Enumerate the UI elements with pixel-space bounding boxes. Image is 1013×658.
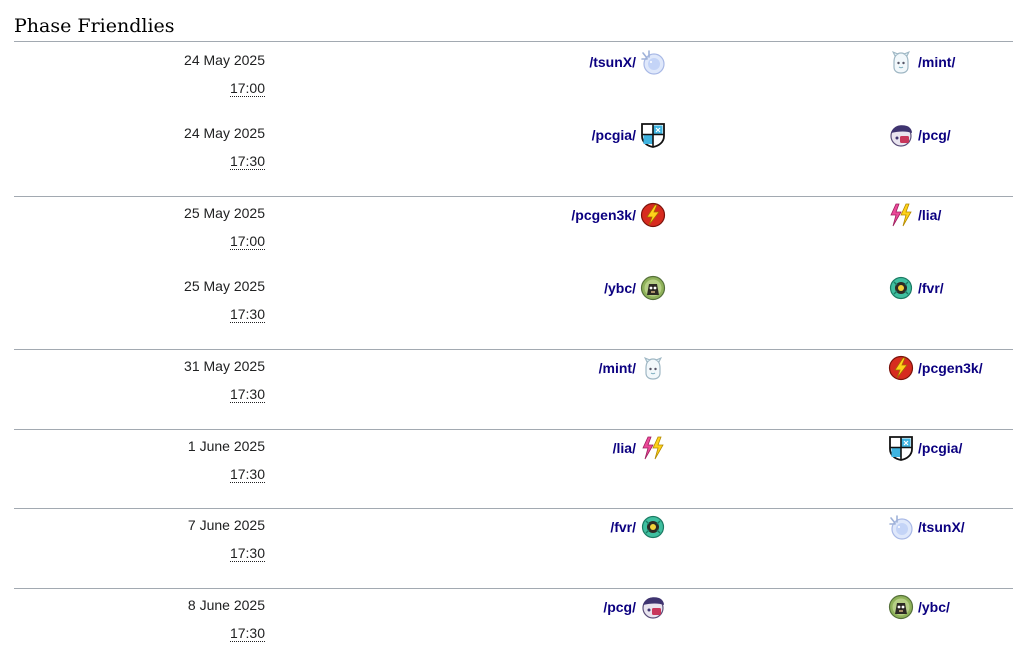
match-time[interactable]: 17:30 <box>229 387 265 403</box>
ybc-icon[interactable] <box>640 275 666 301</box>
away-team: /pcg/ <box>888 122 951 148</box>
pcg-icon[interactable] <box>888 122 914 148</box>
ybc-icon[interactable] <box>888 594 914 620</box>
away-team-link[interactable]: /pcg/ <box>918 127 951 143</box>
home-team: /lia/ <box>613 435 666 461</box>
lia-icon[interactable] <box>640 435 666 461</box>
away-team: /lia/ <box>888 202 941 228</box>
pcg-icon[interactable] <box>640 594 666 620</box>
home-team: /mint/ <box>599 355 666 381</box>
section-divider <box>14 196 1013 197</box>
match-time[interactable]: 17:30 <box>229 154 265 170</box>
match-row: 8 June 2025 17:30 /pcg/ /ybc/ <box>0 594 1013 657</box>
home-team-link[interactable]: /tsunX/ <box>589 54 636 70</box>
home-team-link[interactable]: /fvr/ <box>610 519 636 535</box>
match-row: 24 May 2025 17:30 /pcgia/ /pcg/ <box>0 122 1013 185</box>
away-team: /pcgia/ <box>888 435 962 461</box>
match-row: 1 June 2025 17:30 /lia/ /pcgia/ <box>0 435 1013 498</box>
match-date: 25 May 2025 <box>184 278 265 294</box>
match-row: 25 May 2025 17:00 /pcgen3k/ /lia/ <box>0 202 1013 265</box>
match-date: 25 May 2025 <box>184 205 265 221</box>
home-team: /fvr/ <box>610 514 666 540</box>
away-team-link[interactable]: /tsunX/ <box>918 519 965 535</box>
mint-icon[interactable] <box>640 355 666 381</box>
lia-icon[interactable] <box>888 202 914 228</box>
tsunx-icon[interactable] <box>888 514 914 540</box>
pcgia-icon[interactable] <box>888 435 914 461</box>
away-team-link[interactable]: /pcgia/ <box>918 440 962 456</box>
match-date: 8 June 2025 <box>187 597 265 613</box>
section-divider <box>14 508 1013 509</box>
home-team: /pcgen3k/ <box>571 202 666 228</box>
away-team: /pcgen3k/ <box>888 355 983 381</box>
section-divider <box>14 429 1013 430</box>
away-team: /fvr/ <box>888 275 944 301</box>
pcgen3k-icon[interactable] <box>888 355 914 381</box>
home-team-link[interactable]: /mint/ <box>599 360 636 376</box>
match-row: 31 May 2025 17:30 /mint/ /pcgen3k/ <box>0 355 1013 418</box>
section-divider <box>14 349 1013 350</box>
away-team: /ybc/ <box>888 594 950 620</box>
away-team-link[interactable]: /ybc/ <box>918 599 950 615</box>
pcgen3k-icon[interactable] <box>640 202 666 228</box>
away-team-link[interactable]: /fvr/ <box>918 280 944 296</box>
away-team: /mint/ <box>888 49 955 75</box>
match-date: 24 May 2025 <box>184 52 265 68</box>
match-time[interactable]: 17:00 <box>229 234 265 250</box>
fvr-icon[interactable] <box>640 514 666 540</box>
pcgia-icon[interactable] <box>640 122 666 148</box>
match-date: 24 May 2025 <box>184 125 265 141</box>
section-divider <box>14 588 1013 589</box>
match-date: 1 June 2025 <box>187 438 265 454</box>
match-row: 24 May 2025 17:00 /tsunX/ /mint/ <box>0 49 1013 112</box>
fvr-icon[interactable] <box>888 275 914 301</box>
match-date: 7 June 2025 <box>187 517 265 533</box>
match-row: 7 June 2025 17:30 /fvr/ /tsunX/ <box>0 514 1013 577</box>
away-team-link[interactable]: /mint/ <box>918 54 955 70</box>
home-team: /ybc/ <box>604 275 666 301</box>
home-team-link[interactable]: /ybc/ <box>604 280 636 296</box>
home-team: /pcgia/ <box>592 122 666 148</box>
home-team: /tsunX/ <box>589 49 666 75</box>
away-team: /tsunX/ <box>888 514 965 540</box>
match-time[interactable]: 17:30 <box>229 546 265 562</box>
home-team-link[interactable]: /pcgen3k/ <box>571 207 636 223</box>
match-time[interactable]: 17:00 <box>229 81 265 97</box>
away-team-link[interactable]: /lia/ <box>918 207 941 223</box>
match-date: 31 May 2025 <box>184 358 265 374</box>
tsunx-icon[interactable] <box>640 49 666 75</box>
home-team-link[interactable]: /pcg/ <box>603 599 636 615</box>
page-title: Phase Friendlies <box>14 14 1013 42</box>
match-row: 25 May 2025 17:30 /ybc/ /fvr/ <box>0 275 1013 338</box>
match-time[interactable]: 17:30 <box>229 626 265 642</box>
away-team-link[interactable]: /pcgen3k/ <box>918 360 983 376</box>
home-team: /pcg/ <box>603 594 666 620</box>
mint-icon[interactable] <box>888 49 914 75</box>
home-team-link[interactable]: /lia/ <box>613 440 636 456</box>
match-time[interactable]: 17:30 <box>229 467 265 483</box>
home-team-link[interactable]: /pcgia/ <box>592 127 636 143</box>
match-time[interactable]: 17:30 <box>229 307 265 323</box>
